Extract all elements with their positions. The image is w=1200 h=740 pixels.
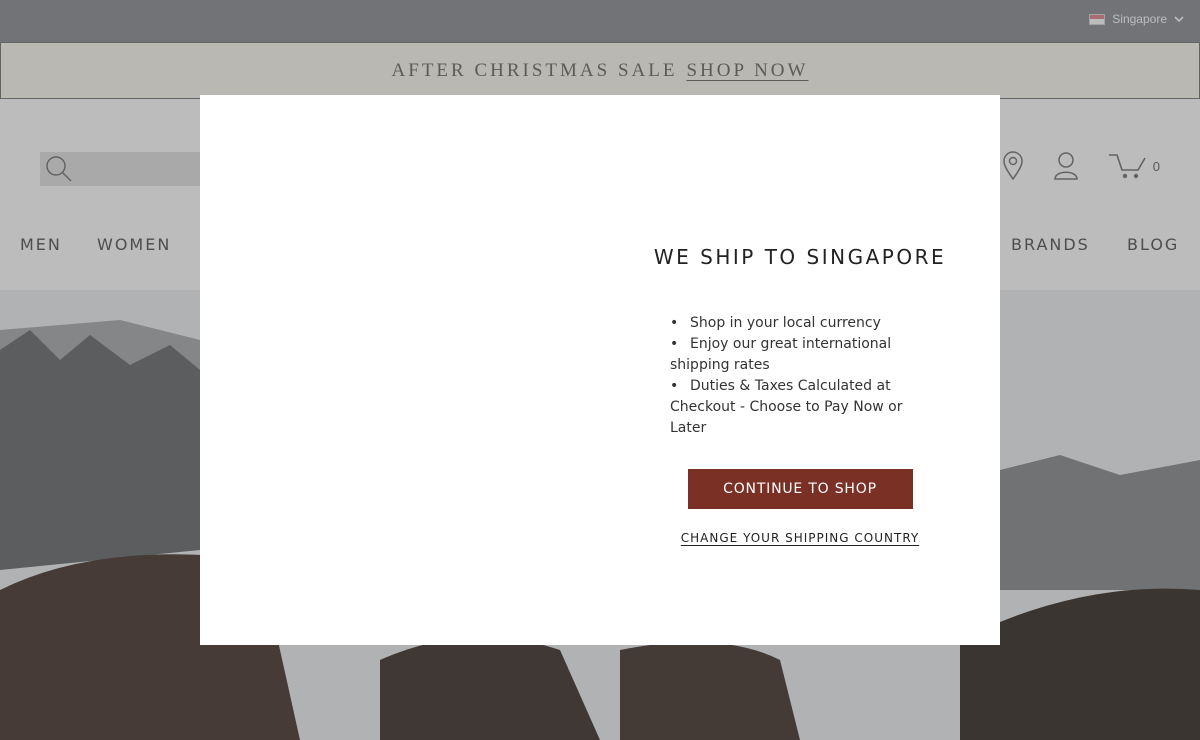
shipping-country-modal: WE SHIP TO SINGAPORE Shop in your local … xyxy=(200,95,1000,645)
change-shipping-country-link[interactable]: CHANGE YOUR SHIPPING COUNTRY xyxy=(681,531,919,545)
modal-title: WE SHIP TO SINGAPORE xyxy=(653,245,947,269)
benefit-item: Shop in your local currency xyxy=(670,313,910,334)
benefit-item: Duties & Taxes Calculated at Checkout - … xyxy=(670,376,910,439)
continue-to-shop-button[interactable]: CONTINUE TO SHOP xyxy=(687,469,913,509)
modal-content: WE SHIP TO SINGAPORE Shop in your local … xyxy=(640,245,960,547)
benefit-item: Enjoy our great international shipping r… xyxy=(670,334,910,376)
benefits-list: Shop in your local currency Enjoy our gr… xyxy=(670,313,910,439)
